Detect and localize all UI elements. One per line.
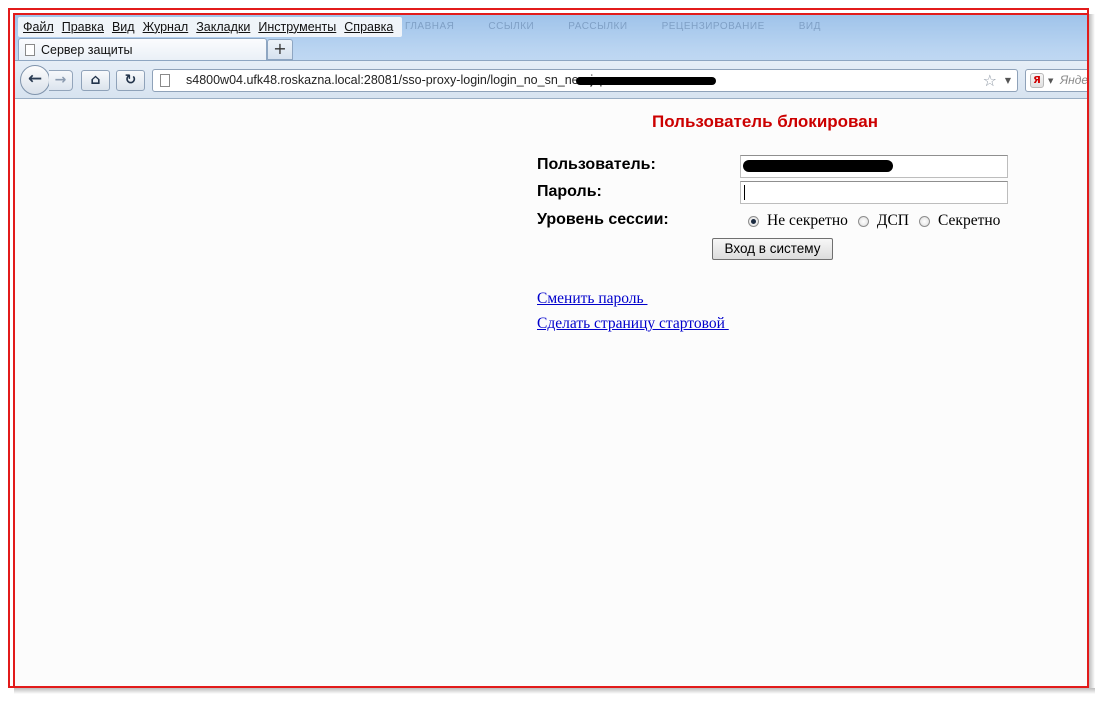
background-menu-item: РЕЦЕНЗИРОВАНИЕ — [661, 21, 765, 32]
page-icon — [160, 74, 170, 87]
search-engine-dropdown-icon[interactable]: ▼ — [1048, 77, 1053, 85]
search-placeholder: Янде — [1060, 73, 1087, 87]
yandex-icon[interactable]: Я — [1030, 73, 1044, 88]
set-start-page-link[interactable]: Сделать страницу стартовой — [537, 315, 729, 333]
menu-history[interactable]: Журнал — [143, 20, 189, 34]
background-menu-item: ГЛАВНАЯ — [405, 21, 455, 32]
menu-tools[interactable]: Инструменты — [258, 20, 336, 34]
frame-shadow-bottom — [14, 688, 1095, 694]
reload-button[interactable]: ↻ — [116, 70, 145, 91]
dropdown-arrow-icon[interactable]: ▼ — [1005, 76, 1011, 85]
address-bar[interactable]: s4800w04.ufk48.roskazna.local:28081/sso-… — [152, 69, 1018, 92]
page-icon — [25, 43, 35, 56]
menu-bookmarks[interactable]: Закладки — [196, 20, 250, 34]
navigation-toolbar: ← → ⌂ ↻ s4800w04.ufk48.roskazna.local:28… — [15, 60, 1087, 99]
browser-chrome: ГЛАВНАЯ ССЫЛКИ РАССЫЛКИ РЕЦЕНЗИРОВАНИЕ В… — [15, 15, 1087, 99]
redaction-mark — [743, 160, 893, 172]
radio-not-secret-label: Не секретно — [767, 212, 848, 229]
forward-button[interactable]: → — [49, 70, 73, 91]
home-button[interactable]: ⌂ — [81, 70, 110, 91]
frame-shadow-right — [1089, 14, 1095, 694]
forward-arrow-icon: → — [54, 72, 67, 88]
change-password-link[interactable]: Сменить пароль — [537, 290, 647, 308]
bookmark-star-icon[interactable]: ☆ — [983, 71, 997, 90]
tab-active[interactable]: Сервер защиты — [18, 38, 267, 60]
menu-help[interactable]: Справка — [344, 20, 393, 34]
background-window-menu: ГЛАВНАЯ ССЫЛКИ РАССЫЛКИ РЕЦЕНЗИРОВАНИЕ В… — [405, 21, 821, 32]
search-box[interactable]: Я ▼ Янде — [1025, 69, 1087, 92]
back-button[interactable]: ← — [20, 65, 50, 95]
address-url[interactable]: s4800w04.ufk48.roskazna.local:28081/sso-… — [186, 73, 606, 87]
reload-icon: ↻ — [124, 72, 137, 88]
radio-secret-label: Секретно — [938, 212, 1001, 229]
user-label: Пользователь: — [537, 156, 656, 173]
user-input[interactable] — [740, 155, 1008, 178]
login-button[interactable]: Вход в систему — [712, 238, 833, 260]
radio-dsp[interactable] — [857, 215, 869, 227]
password-input[interactable] — [740, 181, 1008, 204]
radio-dsp-label: ДСП — [876, 212, 909, 229]
menu-file[interactable]: Файл — [23, 20, 54, 34]
text-caret — [744, 185, 745, 200]
session-level-radio-group: Не секретно ДСП Секретно — [748, 212, 1010, 230]
radio-secret[interactable] — [919, 215, 930, 227]
menu-view[interactable]: Вид — [112, 20, 135, 34]
home-icon: ⌂ — [90, 72, 101, 88]
back-arrow-icon: ← — [27, 69, 43, 89]
menu-bar: Файл Правка Вид Журнал Закладки Инструме… — [18, 17, 403, 37]
new-tab-button[interactable]: + — [267, 39, 293, 60]
background-menu-item: ВИД — [798, 21, 821, 32]
tab-title: Сервер защиты — [41, 42, 133, 57]
background-menu-item: РАССЫЛКИ — [568, 21, 628, 32]
menu-edit[interactable]: Правка — [62, 20, 104, 34]
status-message: Пользователь блокирован — [652, 112, 878, 131]
background-menu-item: ССЫЛКИ — [488, 21, 535, 32]
session-level-label: Уровень сессии: — [537, 211, 669, 228]
password-label: Пароль: — [537, 183, 602, 200]
radio-not-secret[interactable] — [748, 215, 759, 227]
page-content: Пользователь блокирован Пользователь: Па… — [15, 99, 1087, 686]
redaction-mark — [576, 77, 716, 85]
